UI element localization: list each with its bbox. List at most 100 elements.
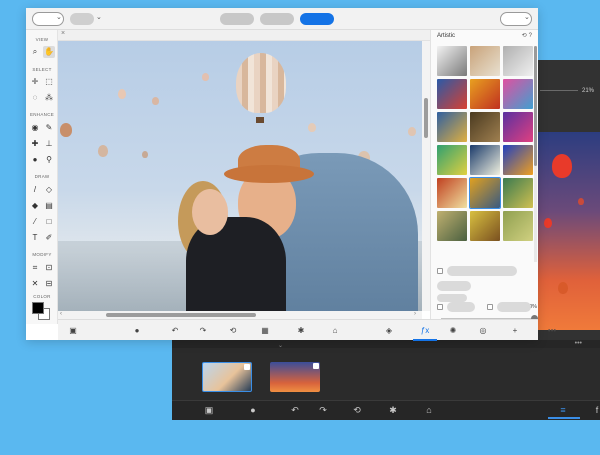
stamp-icon[interactable]: ⊥ (43, 138, 55, 150)
effect-thumbnail[interactable] (437, 178, 467, 208)
pencil-icon[interactable]: ✐ (43, 232, 55, 244)
option-field[interactable] (447, 266, 517, 276)
adjust-icon[interactable]: ≡ (556, 405, 570, 415)
chevron-down-icon[interactable]: ⌄ (524, 13, 530, 21)
marquee-icon[interactable]: ⬚ (43, 76, 55, 88)
filmstrip-thumbnail-selfie[interactable] (202, 362, 252, 392)
effect-thumbnail[interactable] (470, 79, 500, 109)
effect-thumbnail[interactable] (503, 211, 533, 241)
secondary-toolbar: ▣ ● ↶ ↷ ⟲ ✱ ⌂ ≡ f (172, 400, 600, 420)
circle-icon[interactable]: ● (246, 405, 260, 415)
effect-thumbnail[interactable] (437, 112, 467, 142)
effect-thumbnail[interactable] (437, 79, 467, 109)
chevron-down-icon[interactable]: ⌄ (278, 342, 283, 349)
effect-thumbnail[interactable] (470, 211, 500, 241)
opacity-slider[interactable] (540, 90, 578, 91)
hand-icon[interactable]: ✋ (43, 46, 55, 58)
add-icon[interactable]: + (508, 325, 522, 337)
drop-icon[interactable]: ● (29, 154, 41, 166)
more-icon[interactable]: ••• (575, 340, 582, 347)
bucket-icon[interactable]: ◆ (29, 200, 41, 212)
chevron-down-icon[interactable]: ⌄ (96, 13, 102, 21)
magic-wand-icon[interactable]: ⁂ (43, 92, 55, 104)
recompose-icon[interactable]: ⊡ (43, 262, 55, 274)
shape-icon[interactable]: □ (43, 216, 55, 228)
brush-icon[interactable]: ✎ (43, 122, 55, 134)
eye-icon[interactable]: ◉ (29, 122, 41, 134)
effect-thumbnail[interactable] (503, 79, 533, 109)
fx-icon[interactable]: f (590, 405, 600, 415)
redo-icon[interactable]: ↷ (196, 325, 210, 337)
tab-one[interactable] (220, 13, 254, 25)
content-aware-move-icon[interactable]: ✕ (29, 278, 41, 290)
filters-icon[interactable]: ✺ (446, 325, 460, 337)
action-button[interactable] (447, 302, 475, 312)
close-icon[interactable]: × (61, 30, 65, 37)
section-label-modify: MODIFY (32, 252, 52, 257)
balloon-shape (408, 127, 416, 136)
circle-icon[interactable]: ● (130, 325, 144, 337)
layout-icon[interactable]: ▦ (258, 325, 272, 337)
rotate-icon[interactable]: ⟲ (226, 325, 240, 337)
zoom-icon[interactable]: ⌕ (29, 46, 41, 58)
organizer-icon[interactable]: ✱ (294, 325, 308, 337)
image-icon[interactable]: ▣ (202, 405, 216, 416)
healing-icon[interactable]: ✚ (29, 138, 41, 150)
effect-thumbnail[interactable] (503, 178, 533, 208)
file-dropdown[interactable] (70, 13, 94, 25)
effect-thumbnail[interactable] (470, 46, 500, 76)
crop-icon[interactable]: ⌗ (29, 262, 41, 274)
effect-thumbnail[interactable] (437, 145, 467, 175)
effect-thumbnail-selected[interactable] (469, 177, 501, 209)
vertical-scroll-thumb[interactable] (424, 98, 428, 138)
dodge-icon[interactable]: ⚲ (43, 154, 55, 166)
tab-two[interactable] (260, 13, 294, 25)
undo-icon[interactable]: ↶ (288, 405, 302, 416)
chevron-down-icon[interactable]: ⌄ (56, 13, 62, 21)
undo-icon[interactable]: ↶ (168, 325, 182, 337)
mode-dropdown[interactable] (437, 281, 471, 291)
eraser-icon[interactable]: ◇ (43, 184, 55, 196)
gradient-icon[interactable]: ▤ (43, 200, 55, 212)
image-canvas[interactable] (58, 41, 422, 311)
effect-thumbnail[interactable] (437, 46, 467, 76)
tab-three[interactable] (300, 13, 334, 25)
reset-icon[interactable]: ⟲ (522, 33, 529, 39)
move-icon[interactable]: ✛ (29, 76, 41, 88)
effect-thumbnail[interactable] (437, 211, 467, 241)
straighten-icon[interactable]: ⊟ (43, 278, 55, 290)
layers-icon[interactable]: ◈ (382, 325, 396, 337)
scroll-left-icon[interactable]: ‹ (60, 311, 62, 317)
action-button[interactable] (497, 302, 531, 312)
horizontal-scroll-thumb[interactable] (106, 313, 256, 317)
fx-icon[interactable]: ƒx (418, 325, 432, 337)
preset-field[interactable] (437, 294, 467, 302)
text-icon[interactable]: T (29, 232, 41, 244)
eyedropper-icon[interactable]: ⁄ (29, 216, 41, 228)
photo-bin-icon[interactable]: ▣ (66, 325, 80, 337)
balloon-basket (256, 117, 264, 123)
more-icon[interactable]: ••• (542, 325, 562, 337)
scroll-right-icon[interactable]: › (414, 311, 416, 317)
reset-icon[interactable]: ⟲ (350, 405, 364, 416)
effect-thumbnail[interactable] (503, 145, 533, 175)
help-icon[interactable]: ? (529, 33, 534, 39)
effect-thumbnail[interactable] (470, 145, 500, 175)
effect-thumbnail[interactable] (470, 112, 500, 142)
home-icon[interactable]: ⌂ (422, 405, 436, 415)
filmstrip-thumbnail-balloons[interactable] (270, 362, 320, 392)
styles-icon[interactable]: ◎ (476, 325, 490, 337)
home-icon[interactable]: ⌂ (328, 325, 342, 337)
redo-icon[interactable]: ↷ (316, 405, 330, 416)
lasso-icon[interactable]: ◌ (29, 92, 41, 104)
effect-thumbnail[interactable] (503, 112, 533, 142)
vertical-scrollbar[interactable] (422, 41, 430, 311)
effect-thumbnail[interactable] (503, 46, 533, 76)
option-checkbox[interactable] (487, 304, 493, 310)
option-checkbox[interactable] (437, 304, 443, 310)
foreground-color-swatch[interactable] (32, 302, 44, 314)
effect-icon[interactable]: ✱ (386, 405, 400, 416)
paintbrush-icon[interactable]: / (29, 184, 41, 196)
option-checkbox[interactable] (437, 268, 443, 274)
effects-scroll-thumb[interactable] (534, 46, 537, 166)
